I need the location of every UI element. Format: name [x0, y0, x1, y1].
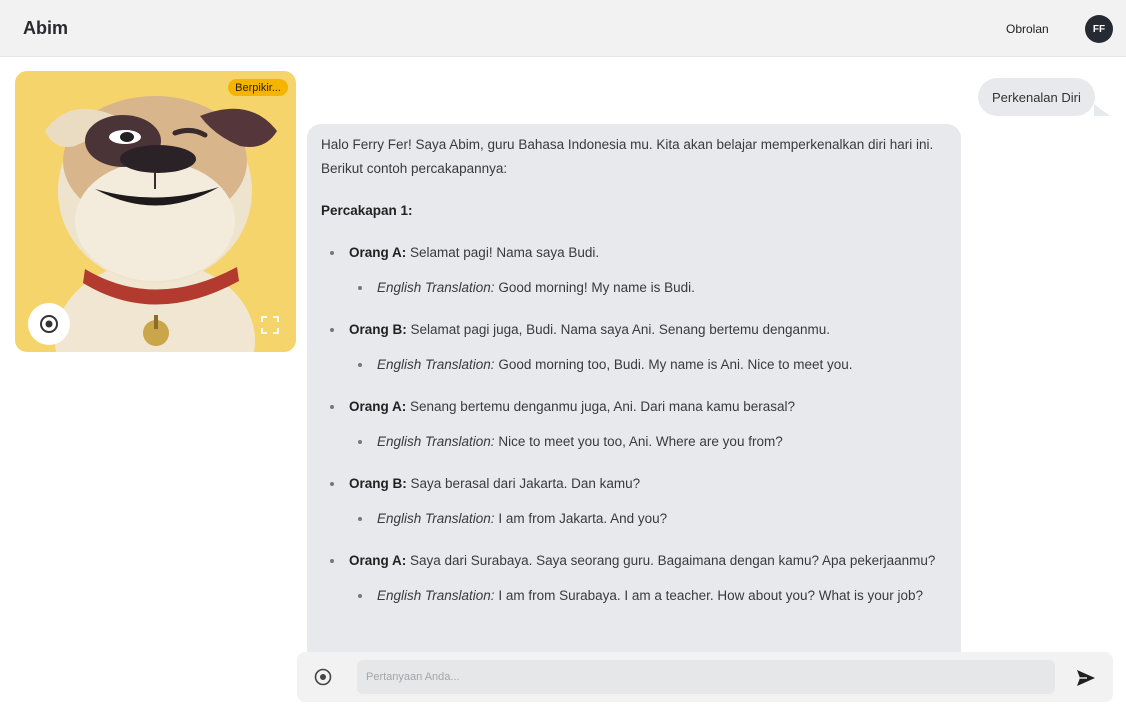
record-icon: [40, 315, 58, 333]
turn-translation: English Translation: I am from Jakarta. …: [349, 507, 948, 531]
fullscreen-icon: [261, 316, 279, 334]
status-badge: Berpikir...: [228, 79, 288, 96]
bot-message-bubble: Halo Ferry Fer! Saya Abim, guru Bahasa I…: [307, 124, 961, 664]
translation-text: I am from Jakarta. And you?: [498, 511, 668, 526]
bot-message-intro: Halo Ferry Fer! Saya Abim, guru Bahasa I…: [321, 137, 934, 176]
conversation-turn: Orang A: Senang bertemu denganmu juga, A…: [321, 395, 948, 454]
record-button[interactable]: [28, 303, 70, 345]
translation-label: English Translation:: [377, 588, 495, 603]
turn-speaker: Orang A:: [349, 553, 407, 568]
turn-speaker: Orang B:: [349, 476, 407, 491]
nav-link-chat[interactable]: Obrolan: [1006, 22, 1049, 36]
translation-label: English Translation:: [377, 357, 495, 372]
translation-label: English Translation:: [377, 511, 495, 526]
conversation-turn: Orang B: Saya berasal dari Jakarta. Dan …: [321, 472, 948, 531]
translation-text: Good morning! My name is Budi.: [498, 280, 695, 295]
translation-text: Good morning too, Budi. My name is Ani. …: [498, 357, 853, 372]
translation-label: English Translation:: [377, 434, 495, 449]
conversation-turn: Orang A: Selamat pagi! Nama saya Budi. E…: [321, 241, 948, 300]
message-composer: [297, 652, 1113, 702]
conversation-turn: Orang B: Selamat pagi juga, Budi. Nama s…: [321, 318, 948, 377]
turn-translation: English Translation: Good morning too, B…: [349, 353, 948, 377]
turn-text: Selamat pagi! Nama saya Budi.: [410, 245, 600, 260]
record-icon: [314, 668, 332, 686]
send-icon: [1077, 670, 1095, 686]
turn-translation: English Translation: Good morning! My na…: [349, 276, 948, 300]
user-avatar[interactable]: FF: [1085, 15, 1113, 43]
send-button[interactable]: [1075, 667, 1097, 689]
question-input[interactable]: [357, 660, 1055, 694]
translation-label: English Translation:: [377, 280, 495, 295]
turn-text: Saya dari Surabaya. Saya seorang guru. B…: [410, 553, 936, 568]
composer-record-button[interactable]: [314, 668, 332, 686]
user-message-bubble: Perkenalan Diri: [978, 78, 1095, 116]
app-header: Abim Obrolan FF: [0, 0, 1126, 57]
turn-translation: English Translation: I am from Surabaya.…: [349, 584, 948, 608]
turn-speaker: Orang B:: [349, 322, 407, 337]
turn-text: Selamat pagi juga, Budi. Nama saya Ani. …: [410, 322, 831, 337]
conversation-list: Orang A: Selamat pagi! Nama saya Budi. E…: [321, 241, 948, 608]
conversation-turn: Orang A: Saya dari Surabaya. Saya seoran…: [321, 549, 948, 608]
translation-text: Nice to meet you too, Ani. Where are you…: [498, 434, 783, 449]
user-message-tail: [1094, 104, 1110, 116]
turn-speaker: Orang A:: [349, 245, 407, 260]
translation-text: I am from Surabaya. I am a teacher. How …: [498, 588, 924, 603]
app-title: Abim: [23, 18, 68, 38]
character-video-card: Berpikir...: [15, 71, 296, 352]
turn-text: Saya berasal dari Jakarta. Dan kamu?: [410, 476, 641, 491]
turn-speaker: Orang A:: [349, 399, 407, 414]
fullscreen-button[interactable]: [260, 315, 280, 335]
turn-text: Senang bertemu denganmu juga, Ani. Dari …: [410, 399, 796, 414]
conversation-heading: Percakapan 1:: [321, 203, 413, 218]
turn-translation: English Translation: Nice to meet you to…: [349, 430, 948, 454]
